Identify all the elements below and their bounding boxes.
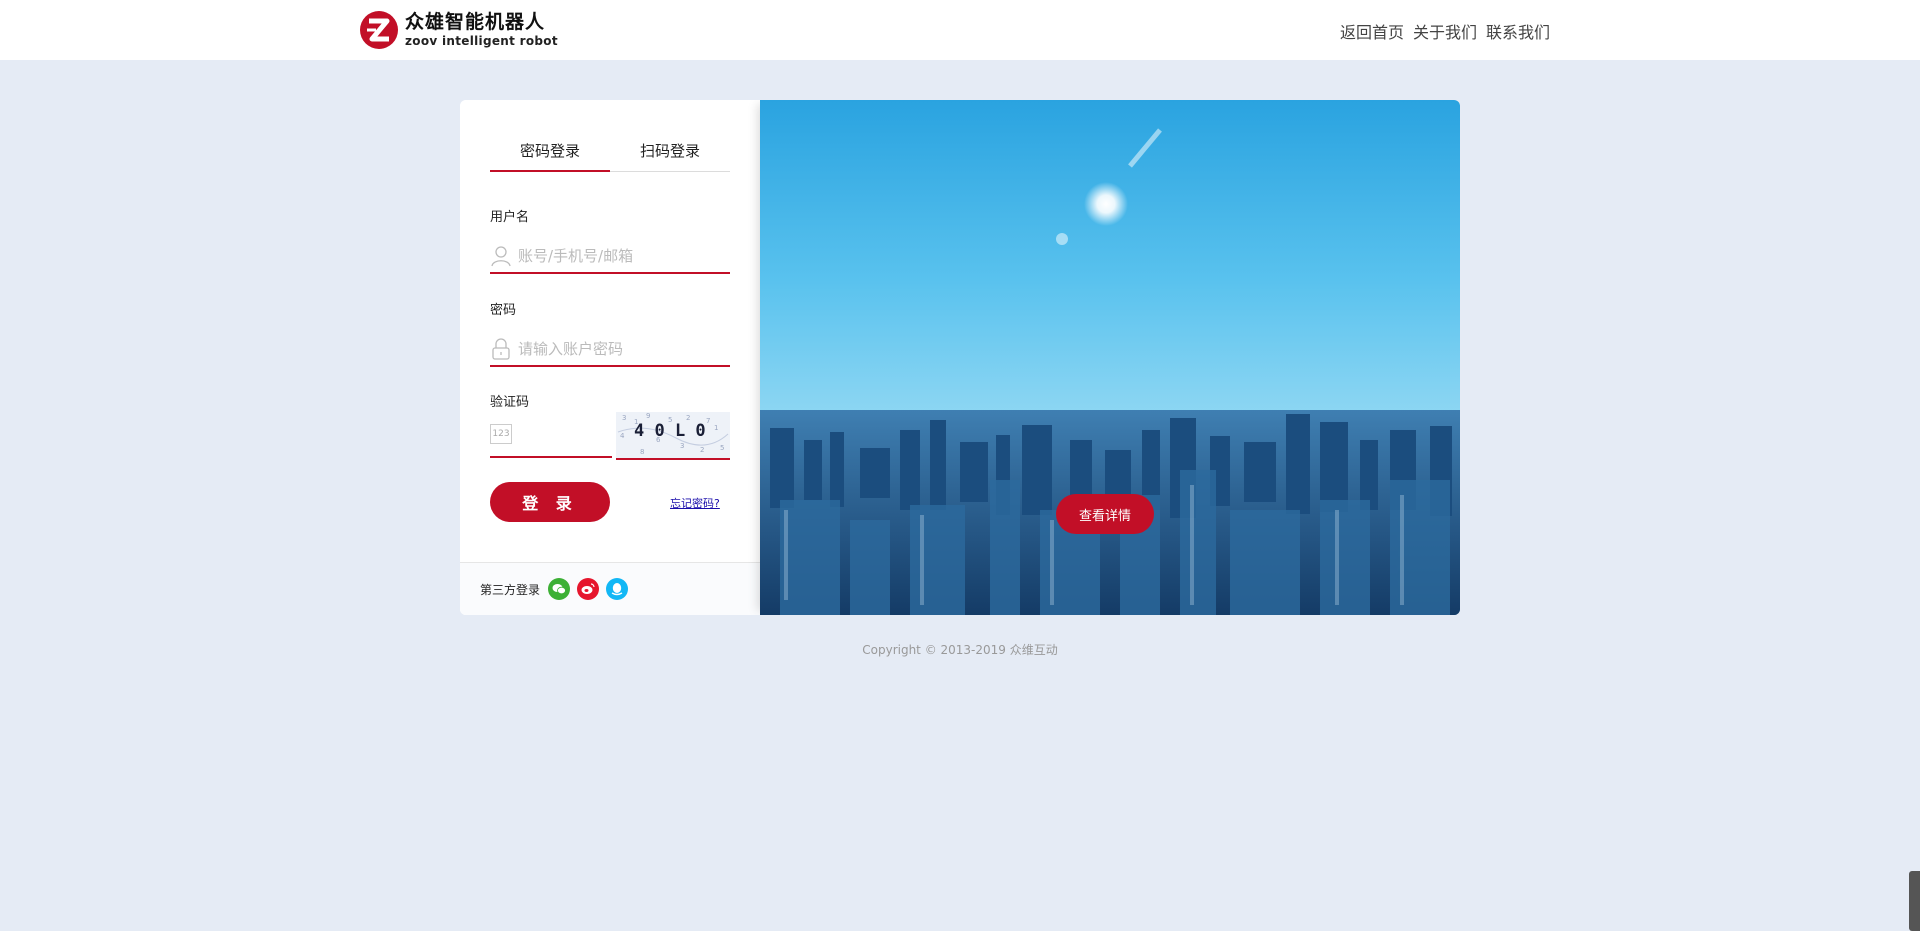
svg-text:9: 9 bbox=[646, 412, 650, 420]
password-field-wrap bbox=[490, 333, 730, 367]
forgot-password-link[interactable]: 忘记密码? bbox=[670, 495, 720, 511]
side-scroll-handle[interactable] bbox=[1909, 871, 1920, 931]
top-header: 众雄智能机器人 zoov intelligent robot 返回首页 关于我们… bbox=[0, 0, 1920, 60]
wechat-icon[interactable] bbox=[548, 578, 571, 600]
logo-subtitle: zoov intelligent robot bbox=[405, 34, 558, 48]
logo-text: 众雄智能机器人 zoov intelligent robot bbox=[405, 11, 558, 48]
nav-home-link[interactable]: 返回首页 bbox=[1340, 19, 1404, 43]
banner-image-pane: 查看详情 bbox=[760, 100, 1460, 615]
third-party-label: 第三方登录 bbox=[480, 582, 541, 597]
tab-qrcode-login[interactable]: 扫码登录 bbox=[610, 139, 730, 171]
username-field-wrap bbox=[490, 240, 730, 274]
logo-title: 众雄智能机器人 bbox=[405, 11, 546, 33]
username-label: 用户名 bbox=[490, 210, 530, 225]
weibo-icon[interactable] bbox=[577, 578, 600, 600]
captcha-input[interactable] bbox=[518, 426, 608, 442]
view-details-button[interactable]: 查看详情 bbox=[1056, 494, 1154, 534]
login-submit-button[interactable]: 登 录 bbox=[490, 482, 610, 522]
captcha-label: 验证码 bbox=[490, 395, 530, 410]
svg-text:7: 7 bbox=[706, 417, 710, 425]
captcha-image[interactable]: 319 527 463 258 1 4 0 L 0 bbox=[616, 412, 730, 460]
svg-text:3: 3 bbox=[680, 442, 684, 450]
copyright-text: Copyright © 2013-2019 众维互动 bbox=[862, 643, 1058, 657]
svg-text:8: 8 bbox=[640, 448, 644, 456]
captcha-text: 4 0 L 0 bbox=[634, 421, 706, 441]
captcha-hint-icon: 123 bbox=[490, 424, 512, 444]
username-input[interactable] bbox=[518, 247, 718, 265]
nav-about-link[interactable]: 关于我们 bbox=[1413, 19, 1477, 43]
password-input[interactable] bbox=[518, 340, 718, 358]
captcha-field-wrap: 123 bbox=[490, 412, 612, 458]
password-label: 密码 bbox=[490, 303, 517, 318]
brand-logo[interactable]: 众雄智能机器人 zoov intelligent robot bbox=[358, 8, 563, 52]
svg-text:1: 1 bbox=[714, 424, 718, 432]
logo-icon bbox=[360, 11, 398, 49]
city-skyline-image bbox=[760, 100, 1460, 615]
svg-text:4: 4 bbox=[620, 432, 625, 440]
lock-icon bbox=[490, 337, 512, 361]
svg-text:3: 3 bbox=[622, 414, 626, 422]
top-nav: 返回首页 关于我们 联系我们 bbox=[1340, 19, 1550, 43]
captcha-row: 123 319 527 463 258 1 4 0 L 0 bbox=[490, 412, 730, 460]
login-card: 密码登录 扫码登录 用户名 密码 验证码 bbox=[460, 100, 1460, 615]
tab-password-login[interactable]: 密码登录 bbox=[490, 139, 610, 172]
svg-text:2: 2 bbox=[700, 446, 704, 454]
qq-icon[interactable] bbox=[606, 578, 629, 600]
third-party-login: 第三方登录 bbox=[460, 562, 760, 615]
login-pane: 密码登录 扫码登录 用户名 密码 验证码 bbox=[460, 100, 760, 615]
nav-contact-link[interactable]: 联系我们 bbox=[1486, 19, 1550, 43]
user-icon bbox=[490, 244, 512, 268]
svg-text:5: 5 bbox=[720, 444, 724, 452]
login-tabs: 密码登录 扫码登录 bbox=[490, 139, 730, 172]
